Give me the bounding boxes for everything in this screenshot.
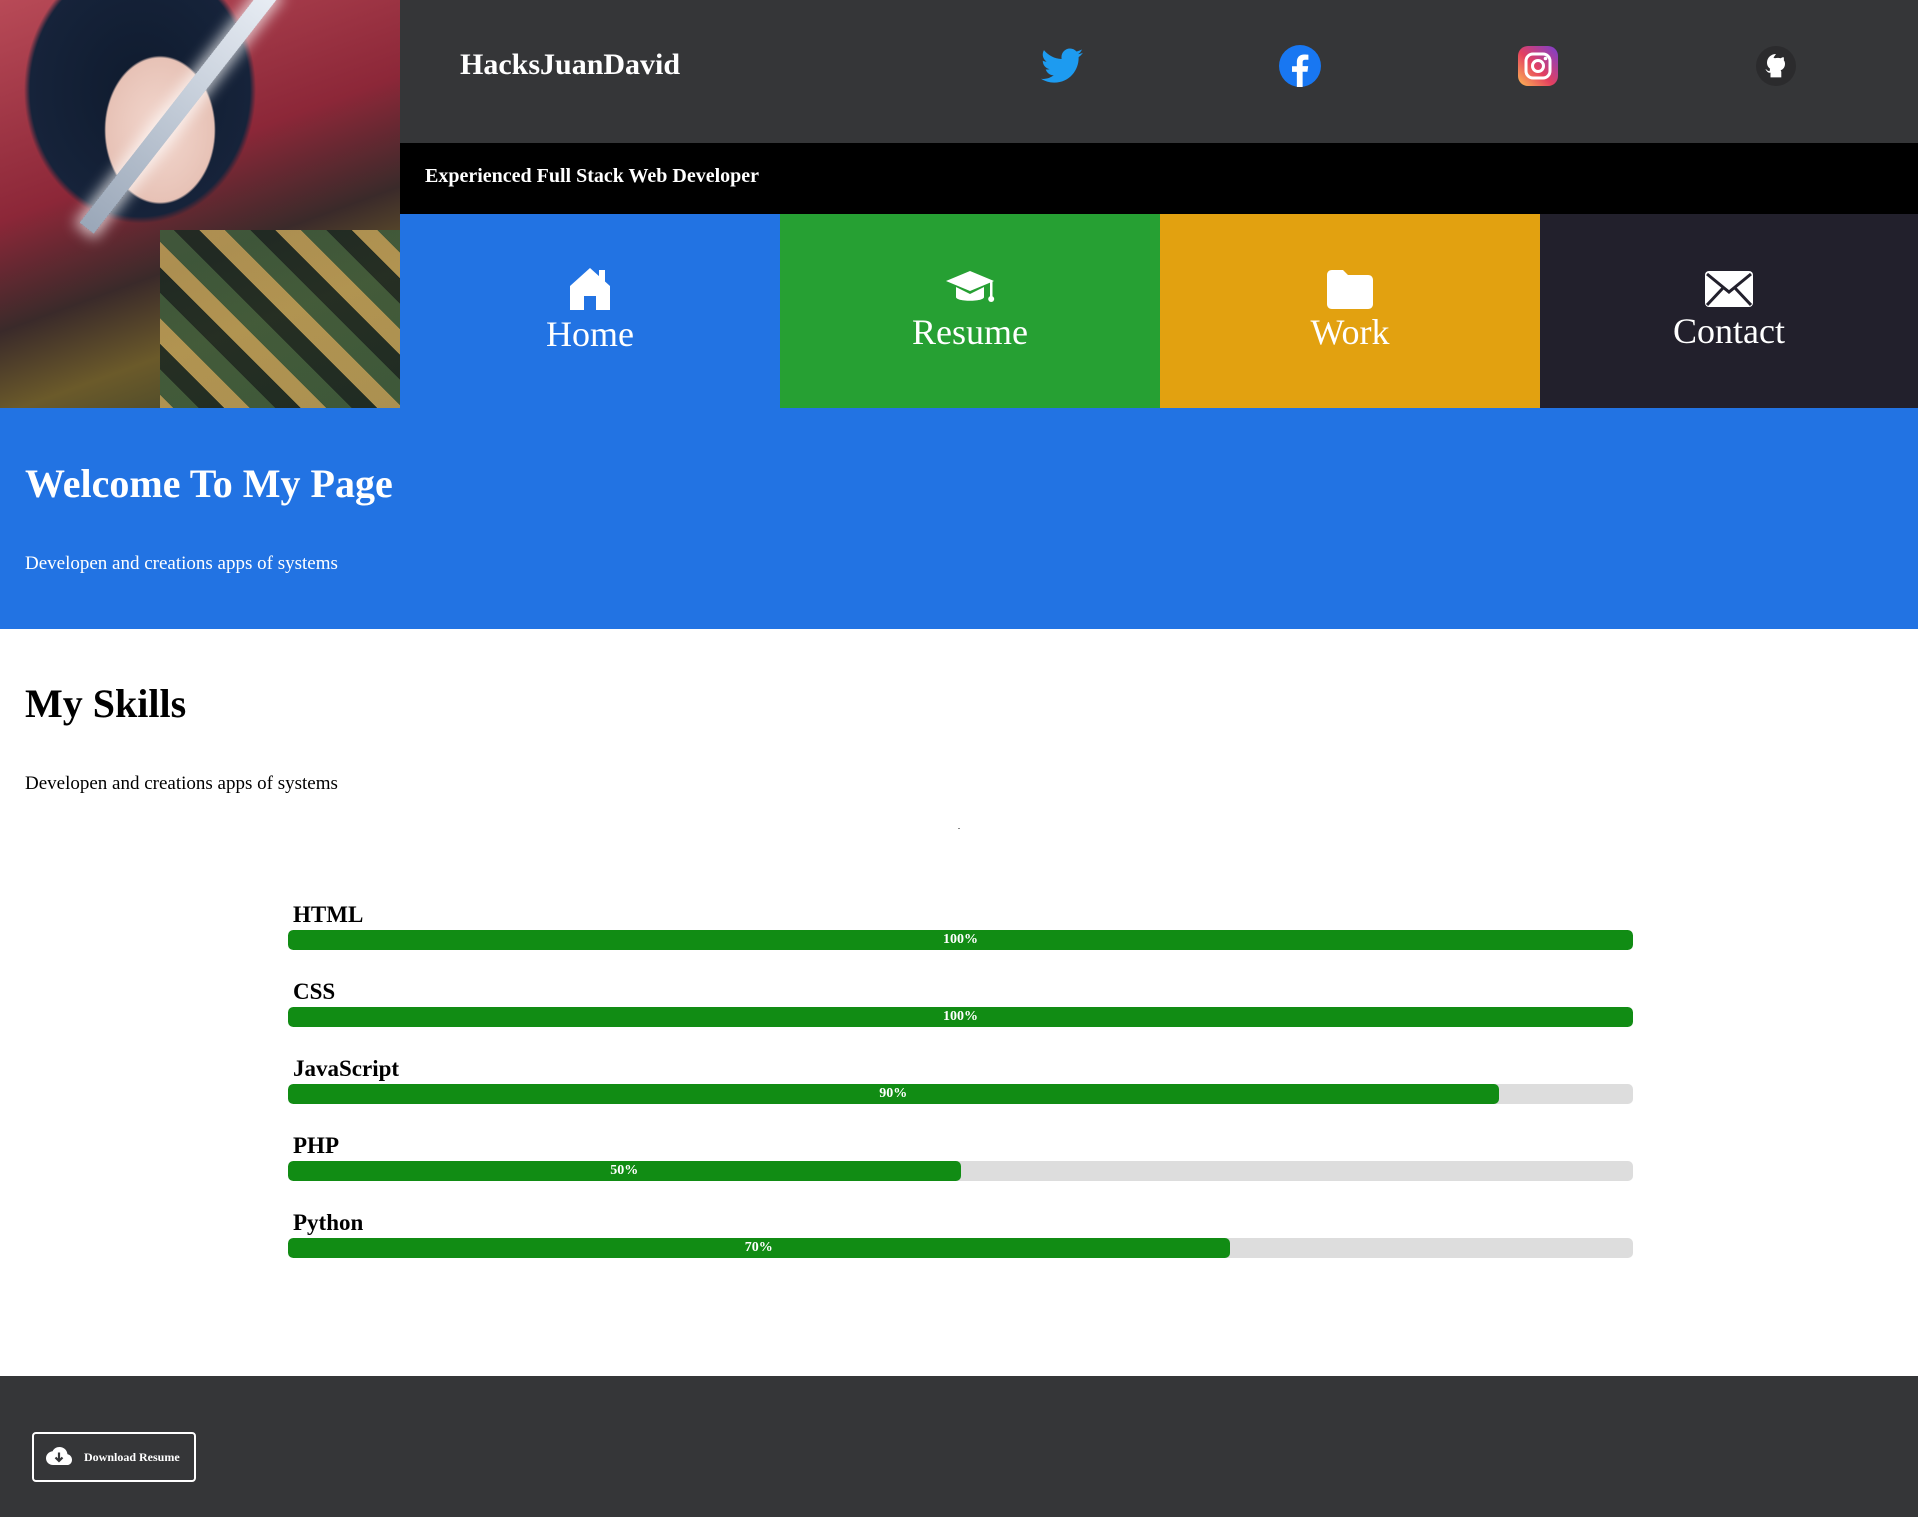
- skill-name: JavaScript: [293, 1056, 400, 1081]
- nav-resume[interactable]: Resume: [780, 214, 1160, 408]
- skill-name: CSS: [293, 979, 336, 1004]
- skill-item: Python 70%: [288, 1208, 1633, 1258]
- nav-work-label: Work: [1310, 312, 1390, 352]
- nav-home-label: Home: [546, 314, 634, 354]
- skill-item: PHP 50%: [288, 1131, 1633, 1181]
- folder-icon: [1327, 270, 1373, 309]
- hero-subtitle: Developen and creations apps of systems: [25, 553, 338, 574]
- skill-progress-fill: 100%: [288, 1007, 1633, 1027]
- skill-progress-fill: 100%: [288, 930, 1633, 950]
- avatar-blade: [79, 0, 279, 234]
- download-resume-label: Download Resume: [84, 1449, 180, 1464]
- facebook-icon: [1279, 45, 1321, 87]
- skills-subtitle: Developen and creations apps of systems: [25, 773, 338, 794]
- brand-name: HacksJuanDavid: [460, 48, 681, 81]
- tagline-text: Experienced Full Stack Web Developer: [425, 165, 760, 187]
- skill-name: HTML: [293, 902, 364, 927]
- hero-title: Welcome To My Page: [25, 461, 393, 506]
- skill-progress-fill: 90%: [288, 1084, 1499, 1104]
- github-icon: [1756, 46, 1796, 86]
- facebook-link[interactable]: [1278, 44, 1322, 88]
- skill-progress-track: 100%: [288, 1007, 1633, 1027]
- twitter-icon: [1041, 48, 1083, 83]
- instagram-icon: [1518, 46, 1558, 86]
- skill-progress-track: 50%: [288, 1161, 1633, 1181]
- nav-work[interactable]: Work: [1160, 214, 1540, 408]
- skill-item: JavaScript 90%: [288, 1054, 1633, 1104]
- nav-resume-label: Resume: [912, 312, 1028, 352]
- avatar-pattern: [160, 230, 400, 408]
- instagram-link[interactable]: [1516, 44, 1560, 88]
- envelope-icon: [1705, 271, 1753, 307]
- graduation-cap-icon: [946, 271, 995, 302]
- profile-avatar-image: [0, 0, 400, 408]
- skill-progress-track: 90%: [288, 1084, 1633, 1104]
- home-icon: [570, 268, 610, 310]
- nav-contact[interactable]: Contact: [1540, 214, 1918, 408]
- skill-progress-fill: 50%: [288, 1161, 961, 1181]
- footer: Download Resume: [0, 1376, 1918, 1517]
- tagline-bar: Experienced Full Stack Web Developer: [400, 143, 1918, 214]
- nav-home[interactable]: Home: [400, 214, 780, 408]
- skill-progress-fill: 70%: [288, 1238, 1230, 1258]
- skill-progress-track: 100%: [288, 930, 1633, 950]
- skill-item: CSS 100%: [288, 977, 1633, 1027]
- github-link[interactable]: [1754, 44, 1798, 88]
- skill-progress-track: 70%: [288, 1238, 1633, 1258]
- skill-name: PHP: [293, 1133, 339, 1158]
- skill-name: Python: [293, 1210, 364, 1235]
- skills-title: My Skills: [25, 681, 187, 726]
- download-resume-button[interactable]: Download Resume: [32, 1432, 196, 1482]
- cloud-download-icon: [44, 1442, 74, 1472]
- divider-dot: [958, 828, 960, 829]
- welcome-hero: Welcome To My Page Developen and creatio…: [0, 408, 1918, 629]
- skill-item: HTML 100%: [288, 900, 1633, 950]
- nav-contact-label: Contact: [1673, 311, 1785, 351]
- twitter-link[interactable]: [1040, 44, 1084, 88]
- top-bar: HacksJuanDavid: [400, 0, 1918, 143]
